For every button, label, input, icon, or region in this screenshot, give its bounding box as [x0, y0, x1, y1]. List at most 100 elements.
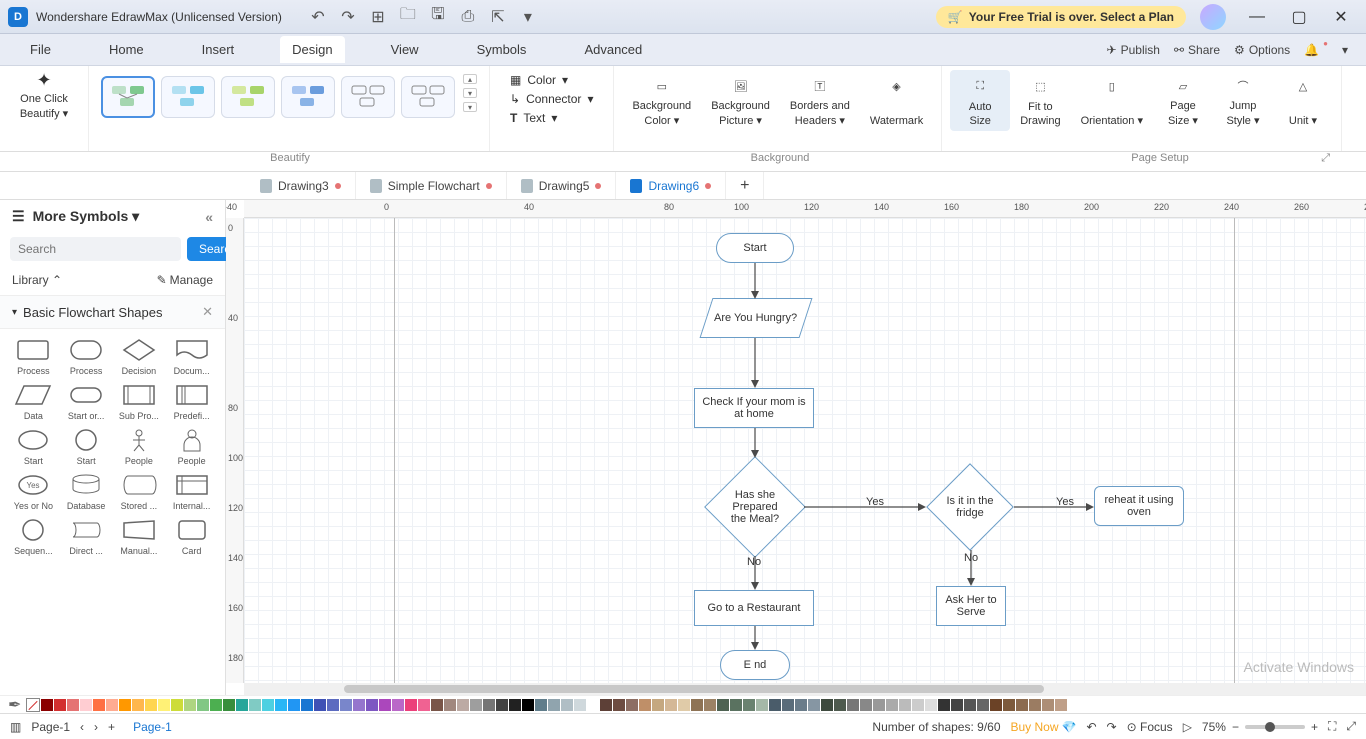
menu-design[interactable]: Design: [280, 36, 344, 63]
color-swatch[interactable]: [964, 699, 976, 711]
color-swatch[interactable]: [756, 699, 768, 711]
doc-tab[interactable]: Drawing5: [507, 172, 617, 199]
node-start[interactable]: Start: [716, 233, 794, 263]
doc-tab[interactable]: Simple Flowchart: [356, 172, 507, 199]
menu-symbols[interactable]: Symbols: [465, 36, 539, 63]
library-label[interactable]: Library ⌃: [12, 273, 62, 287]
add-page-icon[interactable]: +: [108, 720, 115, 734]
trial-badge[interactable]: 🛒Your Free Trial is over. Select a Plan: [936, 6, 1186, 28]
color-swatch[interactable]: [340, 699, 352, 711]
fit-drawing-button[interactable]: ⬚ Fit toDrawing: [1010, 70, 1070, 131]
node-prepared[interactable]: Has she Prepared the Meal?: [704, 456, 806, 558]
share-button[interactable]: ⚯ Share: [1174, 43, 1220, 57]
color-swatch[interactable]: [223, 699, 235, 711]
jump-style-button[interactable]: ⌒ JumpStyle ▾: [1213, 70, 1273, 131]
color-swatch[interactable]: [1016, 699, 1028, 711]
pagesetup-launcher-icon[interactable]: ⤢: [1321, 152, 1330, 165]
pages-icon[interactable]: ▥: [10, 720, 21, 734]
shape-item[interactable]: Predefi...: [166, 382, 217, 421]
color-swatch[interactable]: [288, 699, 300, 711]
menu-insert[interactable]: Insert: [190, 36, 247, 63]
color-swatch[interactable]: [691, 699, 703, 711]
color-swatch[interactable]: [67, 699, 79, 711]
color-swatch[interactable]: [418, 699, 430, 711]
color-swatch[interactable]: [795, 699, 807, 711]
color-swatch[interactable]: [977, 699, 989, 711]
menu-home[interactable]: Home: [97, 36, 156, 63]
color-swatch[interactable]: [262, 699, 274, 711]
shape-item[interactable]: Start: [8, 427, 59, 466]
focus-button[interactable]: ⊙ Focus: [1127, 720, 1173, 734]
color-swatch[interactable]: [587, 699, 599, 711]
maximize-button[interactable]: ▢: [1282, 3, 1316, 31]
canvas[interactable]: Start Are You Hungry? Check If your mom …: [244, 218, 1366, 683]
page-prev-icon[interactable]: ‹: [80, 720, 84, 734]
qat-more-icon[interactable]: ▾: [520, 9, 536, 25]
watermark-button[interactable]: ◈ Watermark: [860, 70, 933, 131]
color-swatch[interactable]: [119, 699, 131, 711]
orientation-button[interactable]: ▯ Orientation ▾: [1071, 70, 1153, 131]
color-swatch[interactable]: [860, 699, 872, 711]
color-swatch[interactable]: [886, 699, 898, 711]
color-swatch[interactable]: [54, 699, 66, 711]
theme-thumb-4[interactable]: [281, 76, 335, 118]
close-button[interactable]: ✕: [1324, 3, 1358, 31]
color-swatch[interactable]: [990, 699, 1002, 711]
color-swatch[interactable]: [704, 699, 716, 711]
color-swatch[interactable]: [834, 699, 846, 711]
theme-more-icon[interactable]: ▾: [463, 102, 477, 112]
notifications-icon[interactable]: 🔔●: [1304, 43, 1328, 57]
symbols-panel-title[interactable]: More Symbols ▾: [33, 208, 140, 225]
text-dropdown[interactable]: T Text ▾: [506, 110, 597, 126]
color-swatch[interactable]: [366, 699, 378, 711]
color-swatch[interactable]: [808, 699, 820, 711]
theme-thumb-1[interactable]: [101, 76, 155, 118]
theme-thumb-3[interactable]: [221, 76, 275, 118]
color-swatch[interactable]: [665, 699, 677, 711]
theme-next-icon[interactable]: ▾: [463, 88, 477, 98]
chevron-down-icon[interactable]: ▾: [12, 307, 17, 318]
new-tab-button[interactable]: +: [726, 172, 764, 199]
color-swatch[interactable]: [158, 699, 170, 711]
color-swatch[interactable]: [405, 699, 417, 711]
no-fill-swatch[interactable]: [26, 698, 40, 712]
color-swatch[interactable]: [899, 699, 911, 711]
borders-headers-button[interactable]: 🅃 Borders andHeaders ▾: [780, 70, 860, 131]
buy-now-button[interactable]: Buy Now 💎: [1011, 720, 1077, 734]
menu-view[interactable]: View: [379, 36, 431, 63]
color-swatch[interactable]: [353, 699, 365, 711]
undo-status-icon[interactable]: ↶: [1086, 720, 1096, 734]
node-fridge[interactable]: Is it in the fridge: [926, 463, 1014, 551]
color-swatch[interactable]: [80, 699, 92, 711]
color-swatch[interactable]: [548, 699, 560, 711]
color-swatch[interactable]: [938, 699, 950, 711]
print-icon[interactable]: ⎙: [460, 9, 476, 25]
node-serve[interactable]: Ask Her to Serve: [936, 586, 1006, 626]
color-swatch[interactable]: [314, 699, 326, 711]
connector-dropdown[interactable]: ↳ Connector ▾: [506, 91, 597, 107]
presentation-icon[interactable]: ▷: [1183, 720, 1192, 734]
collapse-left-icon[interactable]: «: [205, 209, 213, 225]
shape-item[interactable]: Sub Pro...: [114, 382, 165, 421]
page-tab[interactable]: Page-1: [125, 718, 180, 736]
color-swatch[interactable]: [717, 699, 729, 711]
fullscreen-icon[interactable]: ⤢: [1346, 719, 1356, 734]
doc-tab[interactable]: Drawing3: [246, 172, 356, 199]
manage-button[interactable]: ✎ Manage: [157, 273, 213, 287]
collapse-ribbon-icon[interactable]: ▾: [1342, 43, 1348, 57]
eyedropper-icon[interactable]: ✒: [8, 695, 21, 715]
page-size-button[interactable]: ▱ PageSize ▾: [1153, 70, 1213, 131]
background-picture-button[interactable]: 🖼 BackgroundPicture ▾: [701, 70, 780, 131]
menu-file[interactable]: File: [18, 36, 63, 63]
undo-icon[interactable]: ↶: [310, 9, 326, 25]
oneclick-beautify-button[interactable]: ✦ One Click Beautify ▾: [8, 70, 80, 120]
minimize-button[interactable]: —: [1240, 3, 1274, 31]
save-icon[interactable]: 🖫: [430, 9, 446, 25]
menu-advanced[interactable]: Advanced: [572, 36, 654, 63]
color-swatch[interactable]: [171, 699, 183, 711]
theme-thumb-2[interactable]: [161, 76, 215, 118]
color-swatch[interactable]: [184, 699, 196, 711]
color-swatch[interactable]: [821, 699, 833, 711]
page-next-icon[interactable]: ›: [94, 720, 98, 734]
doc-tab[interactable]: Drawing6: [616, 172, 726, 199]
